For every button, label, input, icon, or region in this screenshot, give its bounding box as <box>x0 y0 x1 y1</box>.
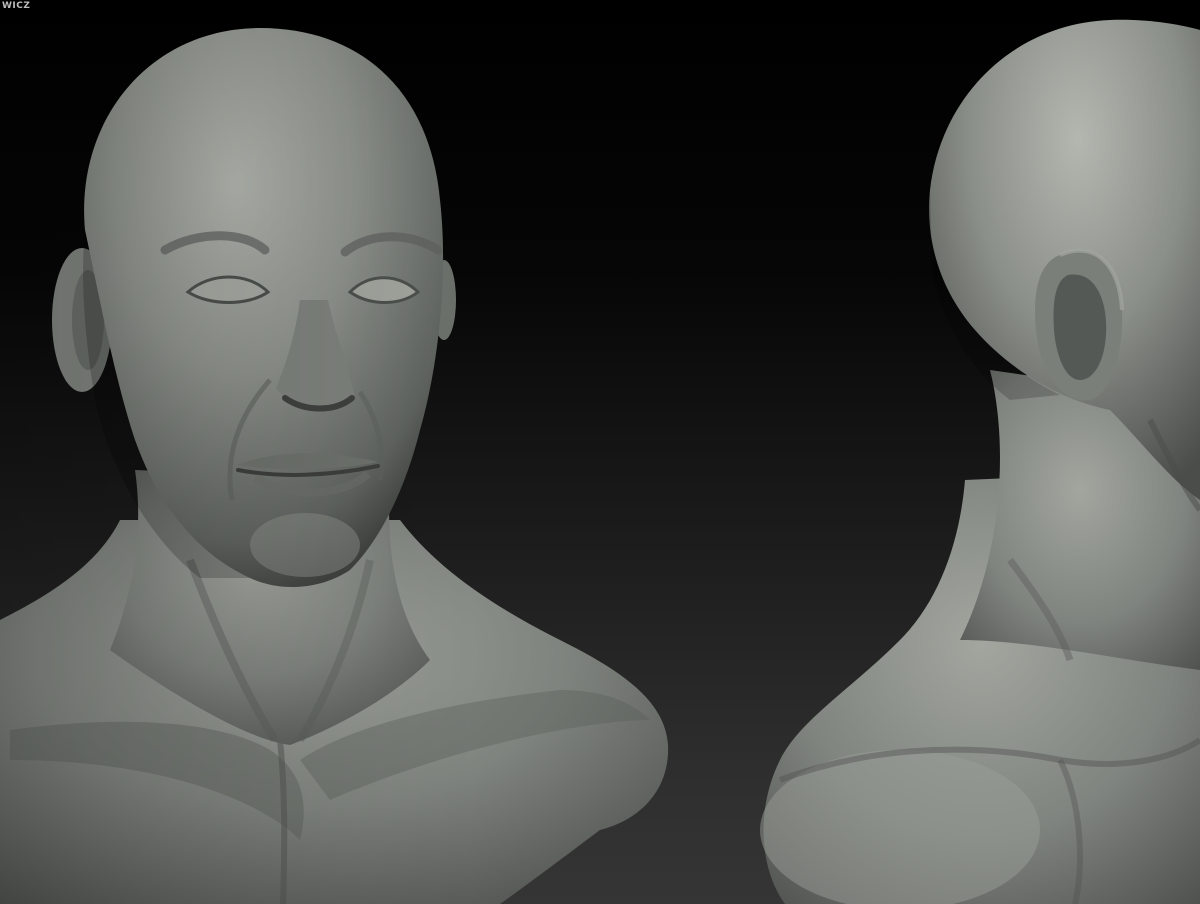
sculpt-render <box>0 0 1200 904</box>
render-canvas: WICZ <box>0 0 1200 904</box>
vignette-left <box>0 0 1200 904</box>
watermark-text: WICZ <box>2 1 31 11</box>
